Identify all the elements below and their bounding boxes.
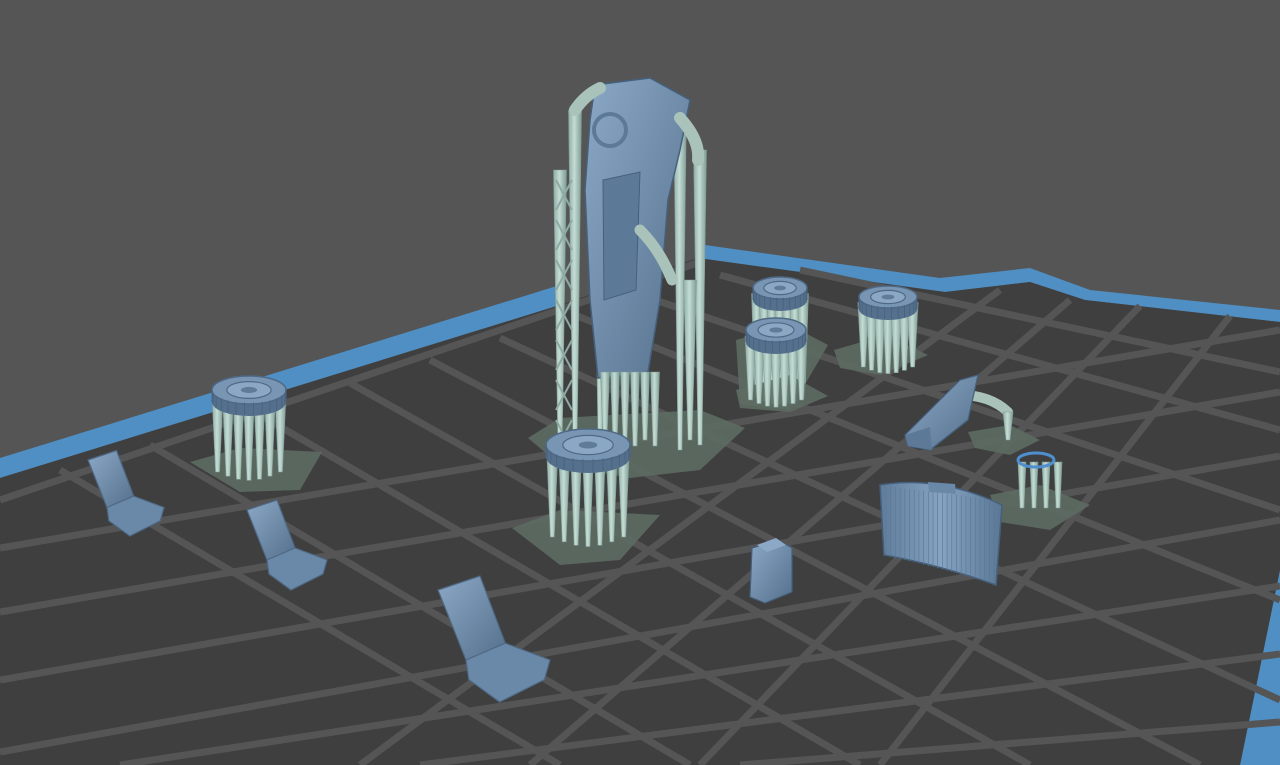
car-body-floor	[602, 171, 641, 301]
hub	[769, 327, 783, 333]
windshield-tab	[928, 482, 956, 494]
hub	[240, 386, 258, 394]
3d-viewport[interactable]	[0, 0, 1280, 765]
small-part[interactable]	[749, 538, 793, 604]
build-plate-scene[interactable]	[0, 0, 1280, 765]
hub	[578, 441, 598, 449]
hub	[774, 285, 786, 291]
hub	[881, 294, 895, 300]
